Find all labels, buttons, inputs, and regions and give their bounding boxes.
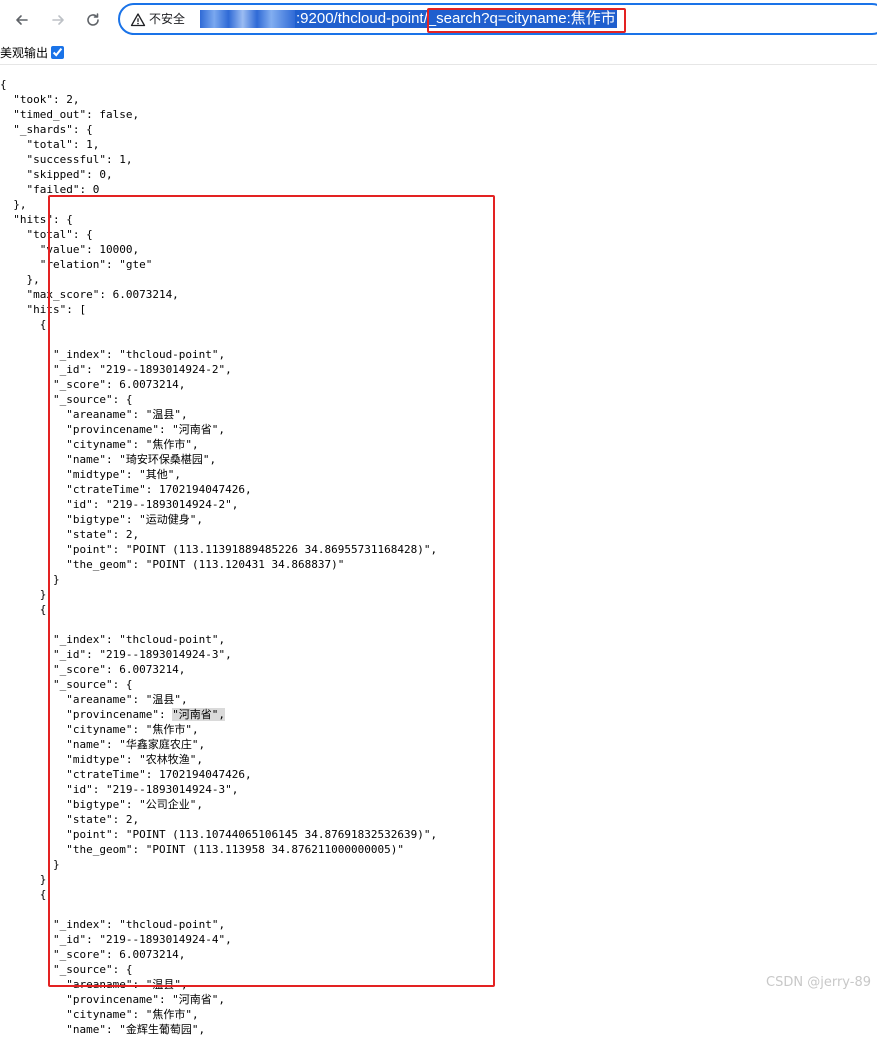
json-line: } (0, 873, 47, 886)
json-line: }, (0, 198, 27, 211)
json-line (0, 332, 437, 347)
json-line: "_source": { (0, 678, 133, 691)
json-line: "name": "琦安环保桑椹园", (0, 453, 217, 466)
json-line: "_score": 6.0073214, (0, 948, 186, 961)
json-line: "cityname": "焦作市", (0, 1008, 199, 1021)
reload-button[interactable] (81, 8, 105, 32)
json-line: "skipped": 0, (0, 168, 113, 181)
json-line: "provincename": "河南省", (0, 708, 226, 721)
json-line: "midtype": "农林牧渔", (0, 753, 203, 766)
json-line: "_source": { (0, 963, 133, 976)
pretty-print-checkbox[interactable] (51, 45, 65, 59)
json-line: "name": "金辉生葡萄园", (0, 1023, 206, 1036)
selected-text: "河南省", (172, 708, 226, 721)
json-response-body: { "took": 2, "timed_out": false, "_shard… (0, 77, 437, 1037)
json-line: "value": 10000, (0, 243, 140, 256)
back-button[interactable] (10, 8, 34, 32)
json-line: "areaname": "温县", (0, 693, 188, 706)
address-bar[interactable]: 不安全 :9200/thcloud-point/_search?q=cityna… (118, 3, 877, 35)
watermark: CSDN @jerry-89 (766, 975, 871, 990)
json-line: "max_score": 6.0073214, (0, 288, 179, 301)
arrow-right-icon (52, 15, 64, 25)
json-line: }, (0, 273, 40, 286)
json-line: "cityname": "焦作市", (0, 438, 199, 451)
warning-triangle-icon[interactable] (130, 12, 146, 28)
forward-button[interactable] (46, 8, 70, 32)
json-line: "cityname": "焦作市", (0, 723, 199, 736)
json-line: "state": 2, (0, 528, 140, 541)
divider (0, 64, 877, 65)
json-line: "areaname": "温县", (0, 408, 188, 421)
json-line: "the_geom": "POINT (113.113958 34.876211… (0, 843, 404, 856)
json-line: { (0, 318, 47, 331)
json-line: "successful": 1, (0, 153, 133, 166)
pretty-print-row: 美观输出 (0, 44, 65, 60)
json-line: "_score": 6.0073214, (0, 378, 186, 391)
json-line: "_id": "219--1893014924-4", (0, 933, 232, 946)
json-line: "_index": "thcloud-point", (0, 348, 226, 361)
json-line: "provincename": "河南省", (0, 993, 226, 1006)
browser-toolbar: 不安全 :9200/thcloud-point/_search?q=cityna… (0, 0, 877, 40)
json-line: "_score": 6.0073214, (0, 663, 186, 676)
json-line: } (0, 588, 47, 601)
json-line: "hits": [ (0, 303, 87, 316)
json-line: "id": "219--1893014924-2", (0, 498, 239, 511)
json-line: "relation": "gte" (0, 258, 153, 271)
json-line: "areaname": "温县", (0, 978, 188, 991)
json-line: "point": "POINT (113.11391889485226 34.8… (0, 543, 438, 556)
json-line: } (0, 573, 60, 586)
reload-icon (87, 13, 99, 26)
json-line: "the_geom": "POINT (113.120431 34.868837… (0, 558, 345, 571)
pretty-print-label: 美观输出 (0, 45, 49, 60)
json-line: } (0, 858, 60, 871)
json-line: "total": 1, (0, 138, 100, 151)
json-line: "took": 2, (0, 93, 80, 106)
not-secure-label[interactable]: 不安全 (149, 11, 185, 27)
json-line: { (0, 78, 7, 91)
url-text[interactable]: :9200/thcloud-point/_search?q=cityname:焦… (200, 9, 617, 29)
json-line: "bigtype": "公司企业", (0, 798, 203, 811)
json-line: { (0, 603, 47, 616)
json-line (0, 617, 437, 632)
json-line: "provincename": "河南省", (0, 423, 226, 436)
json-line: "bigtype": "运动健身", (0, 513, 203, 526)
json-line: "name": "华鑫家庭农庄", (0, 738, 206, 751)
json-line: "ctrateTime": 1702194047426, (0, 768, 252, 781)
json-line: "_source": { (0, 393, 133, 406)
json-line: { (0, 888, 47, 901)
arrow-left-icon (16, 15, 28, 25)
json-line: "_id": "219--1893014924-2", (0, 363, 232, 376)
json-line: "_index": "thcloud-point", (0, 918, 226, 931)
json-line: "point": "POINT (113.10744065106145 34.8… (0, 828, 438, 841)
json-line: "failed": 0 (0, 183, 100, 196)
redacted-host (200, 10, 295, 28)
json-line: "id": "219--1893014924-3", (0, 783, 239, 796)
json-line: "_index": "thcloud-point", (0, 633, 226, 646)
url-selected-text: :9200/thcloud-point/_search?q=cityname:焦… (295, 10, 617, 28)
json-line: "midtype": "其他", (0, 468, 181, 481)
json-line: "total": { (0, 228, 93, 241)
json-line: "state": 2, (0, 813, 140, 826)
json-line (0, 902, 437, 917)
json-line: "hits": { (0, 213, 73, 226)
json-line: "_shards": { (0, 123, 93, 136)
json-line: "ctrateTime": 1702194047426, (0, 483, 252, 496)
json-line: "timed_out": false, (0, 108, 140, 121)
json-line: "_id": "219--1893014924-3", (0, 648, 232, 661)
